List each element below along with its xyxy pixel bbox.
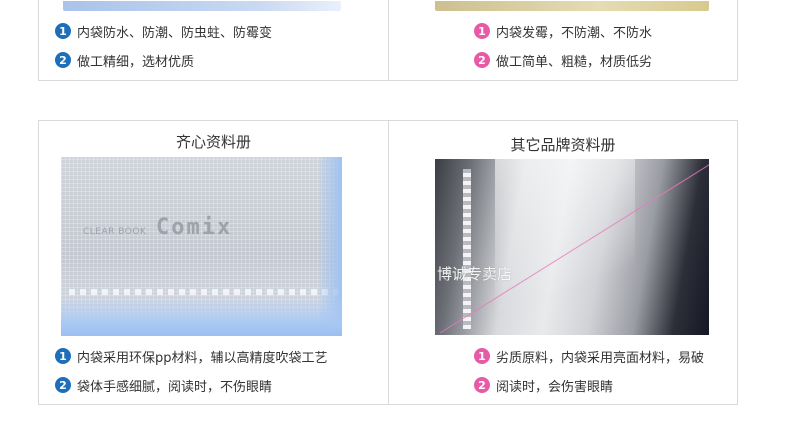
- number-badge-icon: 2: [55, 377, 71, 393]
- bullet-text: 袋体手感细腻，阅读时，不伤眼睛: [77, 379, 273, 395]
- binder-holes: [69, 289, 339, 295]
- top-left-panel: 1 内袋防水、防潮、防虫蛀、防霉变 2 做工精细，选材优质: [38, 0, 389, 81]
- comparison-page: 1 内袋防水、防潮、防虫蛀、防霉变 2 做工精细，选材优质 1 内袋发霉，不防潮…: [0, 0, 790, 421]
- number-badge-icon: 1: [55, 23, 71, 39]
- top-right-bullet-2: 2 做工简单、粗糙，材质低劣: [474, 50, 652, 70]
- top-left-bullet-2: 2 做工精细，选材优质: [55, 50, 194, 70]
- comix-folder-photo: CLEAR BOOK Comix: [61, 157, 342, 336]
- bullet-text: 做工简单、粗糙，材质低劣: [496, 54, 653, 70]
- comix-logo: Comix: [156, 215, 233, 240]
- bottom-left-bullet-1: 1 内袋采用环保pp材料，辅以高精度吹袋工艺: [55, 346, 328, 366]
- top-right-image-edge: [435, 1, 709, 11]
- number-badge-icon: 1: [474, 23, 490, 39]
- bottom-right-bullet-2: 2 阅读时，会伤害眼睛: [474, 375, 613, 395]
- binder-rings: [463, 169, 471, 329]
- number-badge-icon: 2: [55, 52, 71, 68]
- top-right-bullet-1: 1 内袋发霉，不防潮、不防水: [474, 21, 652, 41]
- top-left-image-edge: [63, 1, 341, 11]
- top-left-bullet-1: 1 内袋防水、防潮、防虫蛀、防霉变: [55, 21, 272, 41]
- bullet-text: 阅读时，会伤害眼睛: [496, 379, 614, 395]
- top-right-panel: 1 内袋发霉，不防潮、不防水 2 做工简单、粗糙，材质低劣: [388, 0, 738, 81]
- bullet-text: 做工精细，选材优质: [77, 54, 195, 70]
- number-badge-icon: 1: [55, 348, 71, 364]
- bullet-text: 内袋采用环保pp材料，辅以高精度吹袋工艺: [77, 350, 328, 366]
- number-badge-icon: 1: [474, 348, 490, 364]
- other-brand-folder-photo: 博诚专卖店: [435, 159, 709, 335]
- cover-edge-bottom: [61, 296, 342, 336]
- number-badge-icon: 2: [474, 52, 490, 68]
- bottom-right-panel: 其它品牌资料册 博诚专卖店 1 劣质原料，内袋采用亮面材料，易破 2 阅读时，会…: [388, 120, 738, 405]
- clear-book-label: CLEAR BOOK: [83, 227, 147, 237]
- bullet-text: 劣质原料，内袋采用亮面材料，易破: [496, 350, 705, 366]
- product-title: 其它品牌资料册: [510, 136, 616, 154]
- bullet-text: 内袋发霉，不防潮、不防水: [496, 25, 653, 41]
- bottom-left-bullet-2: 2 袋体手感细腻，阅读时，不伤眼睛: [55, 375, 272, 395]
- product-title: 齐心资料册: [175, 133, 251, 151]
- number-badge-icon: 2: [474, 377, 490, 393]
- store-watermark: 博诚专卖店: [437, 265, 513, 283]
- bottom-right-bullet-1: 1 劣质原料，内袋采用亮面材料，易破: [474, 346, 704, 366]
- plastic-sheen: [495, 159, 635, 335]
- bullet-text: 内袋防水、防潮、防虫蛀、防霉变: [77, 25, 273, 41]
- bottom-left-panel: 齐心资料册 CLEAR BOOK Comix 1 内袋采用环保pp材料，辅以高精…: [38, 120, 389, 405]
